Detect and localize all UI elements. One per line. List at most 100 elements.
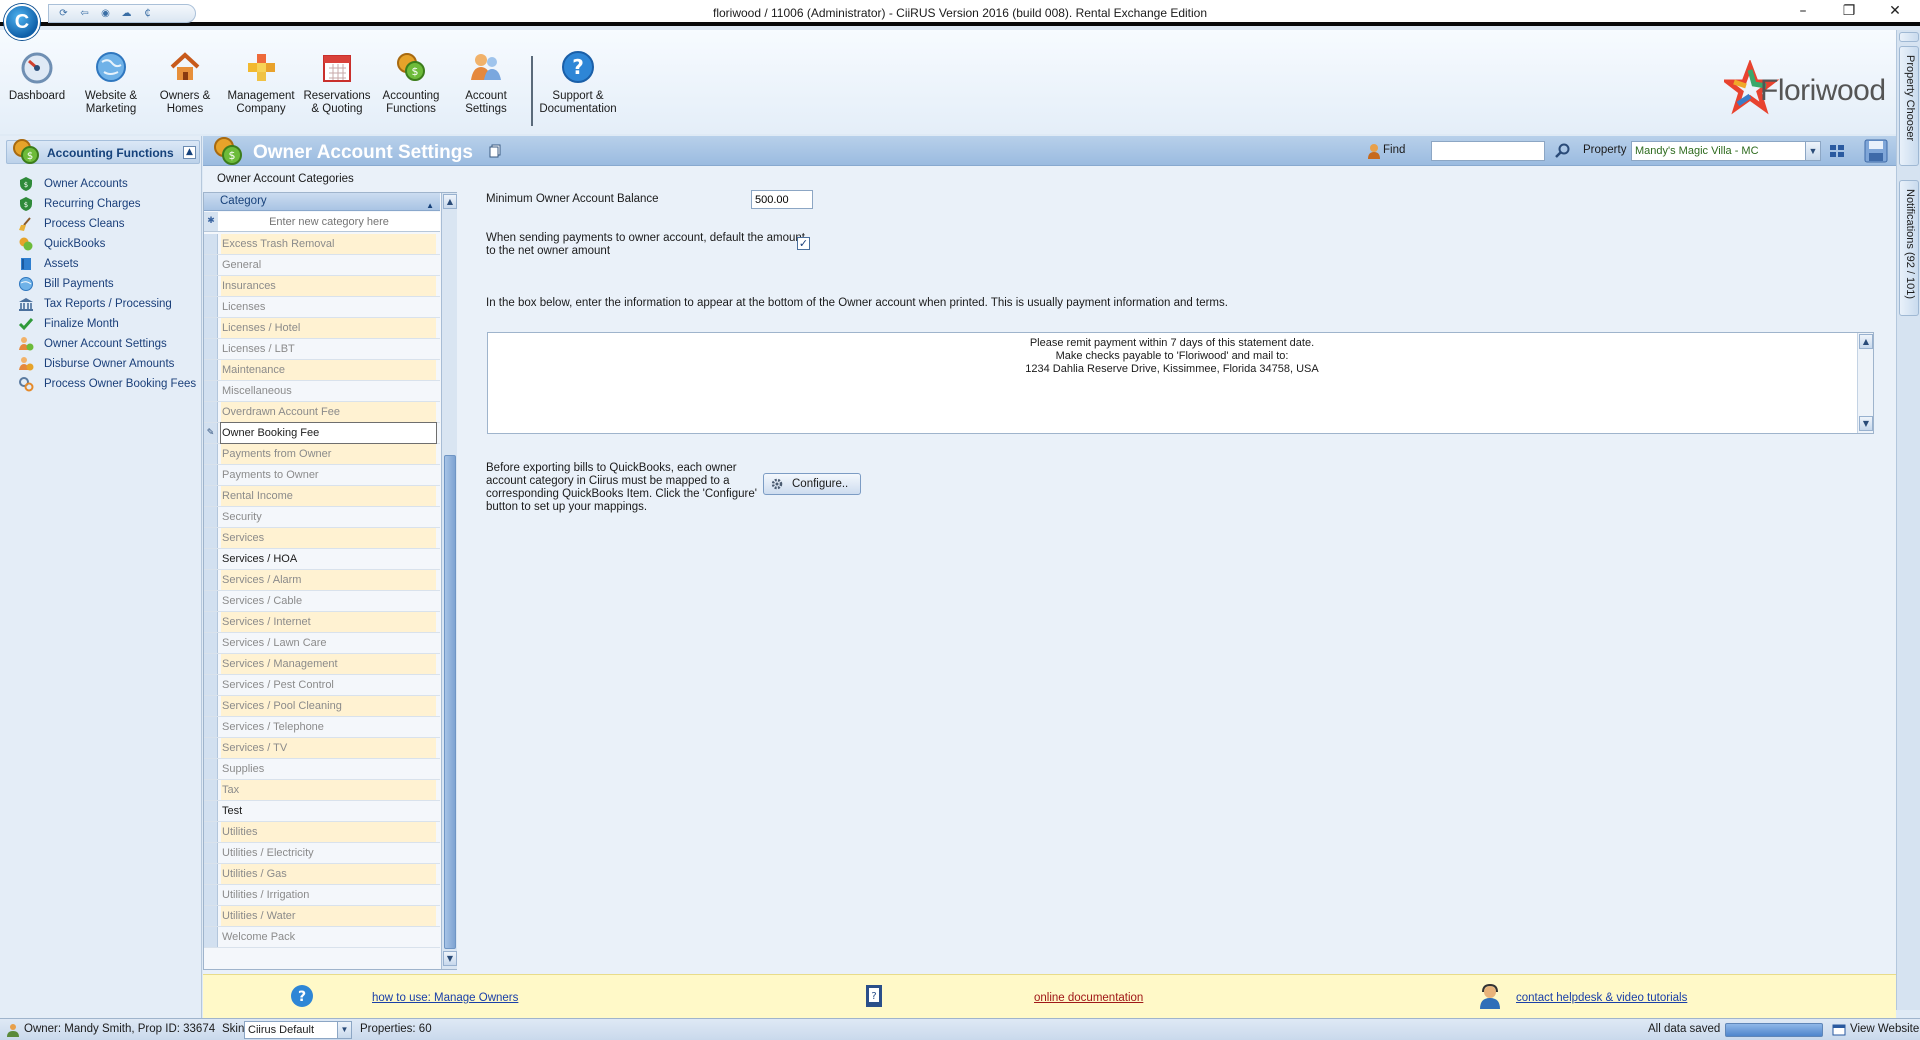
nav-recurring-charges[interactable]: $ Recurring Charges	[18, 194, 202, 214]
ribbon-accounting-functions[interactable]: $ Accounting Functions	[374, 50, 448, 116]
ribbon-owners-homes[interactable]: Owners & Homes	[148, 50, 222, 116]
row-selector[interactable]	[204, 486, 218, 506]
category-cell[interactable]: Services / HOA	[221, 549, 436, 569]
row-selector[interactable]	[204, 675, 218, 695]
table-row[interactable]: Overdrawn Account Fee	[204, 402, 440, 423]
scroll-down-icon[interactable]: ▼	[443, 951, 457, 966]
table-row[interactable]: Services / Management	[204, 654, 440, 675]
table-row[interactable]: Licenses	[204, 297, 440, 318]
row-selector[interactable]	[204, 654, 218, 674]
min-balance-input[interactable]	[751, 190, 813, 209]
row-selector[interactable]	[204, 927, 218, 947]
category-cell[interactable]: Services	[221, 528, 436, 548]
ribbon-support-documentation[interactable]: ? Support & Documentation	[538, 50, 618, 116]
table-row[interactable]: Utilities / Gas	[204, 864, 440, 885]
row-selector[interactable]	[204, 612, 218, 632]
table-row[interactable]: Services / Pest Control	[204, 675, 440, 696]
ribbon-management-company[interactable]: Management Company	[224, 50, 298, 116]
close-button[interactable]: ✕	[1880, 2, 1910, 20]
nav-owner-account-settings[interactable]: Owner Account Settings	[18, 334, 202, 354]
row-selector[interactable]	[204, 885, 218, 905]
nav-assets[interactable]: Assets	[18, 254, 202, 274]
ribbon-reservations-quoting[interactable]: Reservations & Quoting	[300, 50, 374, 116]
scrollbar-thumb[interactable]	[444, 455, 456, 949]
table-row[interactable]: Services / Alarm	[204, 570, 440, 591]
find-input[interactable]	[1431, 141, 1545, 161]
table-row[interactable]: Utilities / Irrigation	[204, 885, 440, 906]
restore-button[interactable]: ❐	[1834, 2, 1864, 20]
nav-process-cleans[interactable]: Process Cleans	[18, 214, 202, 234]
category-cell[interactable]: Tax	[221, 780, 436, 800]
row-selector[interactable]	[204, 465, 218, 485]
row-selector[interactable]	[204, 276, 218, 296]
row-selector[interactable]	[204, 780, 218, 800]
table-row[interactable]: Miscellaneous	[204, 381, 440, 402]
category-cell[interactable]: Utilities	[221, 822, 436, 842]
default-net-amount-checkbox[interactable]: ✓	[797, 237, 810, 250]
table-row[interactable]: Licenses / LBT	[204, 339, 440, 360]
category-cell[interactable]: Rental Income	[221, 486, 436, 506]
terms-textbox[interactable]: Please remit payment within 7 days of th…	[487, 332, 1874, 434]
table-row[interactable]: Utilities	[204, 822, 440, 843]
nav-tax-reports[interactable]: Tax Reports / Processing	[18, 294, 202, 314]
helpdesk-link[interactable]: contact helpdesk & video tutorials	[1516, 992, 1687, 1004]
ribbon-website-marketing[interactable]: Website & Marketing	[74, 50, 148, 116]
minimize-button[interactable]: –	[1788, 2, 1818, 20]
nav-quickbooks[interactable]: QuickBooks	[18, 234, 202, 254]
category-cell[interactable]: Payments from Owner	[221, 444, 436, 464]
table-row[interactable]: Services / Telephone	[204, 717, 440, 738]
online-documentation-link[interactable]: online documentation	[1034, 992, 1143, 1004]
row-selector[interactable]	[204, 339, 218, 359]
configure-button[interactable]: Configure..	[763, 473, 861, 495]
view-website-link[interactable]: View Website	[1850, 1023, 1919, 1035]
table-row[interactable]: Utilities / Electricity	[204, 843, 440, 864]
row-selector[interactable]	[204, 507, 218, 527]
grid-view-icon[interactable]	[1829, 143, 1845, 159]
table-row[interactable]: Services / Internet	[204, 612, 440, 633]
scroll-down-icon[interactable]: ▼	[1859, 416, 1873, 431]
category-cell[interactable]: Owner Booking Fee	[220, 422, 437, 444]
nav-bill-payments[interactable]: Bill Payments	[18, 274, 202, 294]
table-row[interactable]: Payments from Owner	[204, 444, 440, 465]
row-selector[interactable]	[204, 843, 218, 863]
row-selector[interactable]	[204, 759, 218, 779]
scroll-up-icon[interactable]: ▲	[1859, 334, 1873, 349]
table-row[interactable]: Services / Lawn Care	[204, 633, 440, 654]
row-selector[interactable]	[204, 549, 218, 569]
table-row[interactable]: ✎ Owner Booking Fee	[204, 422, 440, 444]
terms-scrollbar[interactable]: ▲ ▼	[1857, 333, 1873, 433]
category-cell[interactable]: Services / Telephone	[221, 717, 436, 737]
row-selector[interactable]	[204, 528, 218, 548]
table-row[interactable]: Licenses / Hotel	[204, 318, 440, 339]
table-row[interactable]: Services / HOA	[204, 549, 440, 570]
category-cell[interactable]: Licenses / LBT	[221, 339, 436, 359]
ribbon-account-settings[interactable]: Account Settings	[449, 50, 523, 116]
table-row[interactable]: Insurances	[204, 276, 440, 297]
row-selector[interactable]	[204, 696, 218, 716]
row-selector[interactable]	[204, 318, 218, 338]
table-row[interactable]: Services	[204, 528, 440, 549]
category-cell[interactable]: Services / Lawn Care	[221, 633, 436, 653]
edit-pencil-icon[interactable]: ✎	[204, 423, 218, 443]
row-selector[interactable]	[204, 633, 218, 653]
table-row[interactable]: Rental Income	[204, 486, 440, 507]
table-row[interactable]: Security	[204, 507, 440, 528]
category-cell[interactable]: Supplies	[221, 759, 436, 779]
category-cell[interactable]: Services / Internet	[221, 612, 436, 632]
row-selector[interactable]	[204, 864, 218, 884]
row-selector[interactable]	[204, 822, 218, 842]
category-cell[interactable]: Miscellaneous	[221, 381, 436, 401]
category-cell[interactable]: Services / Alarm	[221, 570, 436, 590]
row-selector[interactable]	[204, 591, 218, 611]
collapse-icon[interactable]: ▲	[183, 146, 196, 159]
category-cell[interactable]: Maintenance	[221, 360, 436, 380]
row-selector[interactable]	[204, 801, 218, 821]
row-selector[interactable]	[204, 255, 218, 275]
category-cell[interactable]: Insurances	[221, 276, 436, 296]
category-cell[interactable]: Utilities / Water	[221, 906, 436, 926]
row-selector[interactable]	[204, 234, 218, 254]
category-cell[interactable]: Licenses / Hotel	[221, 318, 436, 338]
category-cell[interactable]: Security	[221, 507, 436, 527]
category-cell[interactable]: Services / Cable	[221, 591, 436, 611]
nav-disburse-owner-amounts[interactable]: Disburse Owner Amounts	[18, 354, 202, 374]
